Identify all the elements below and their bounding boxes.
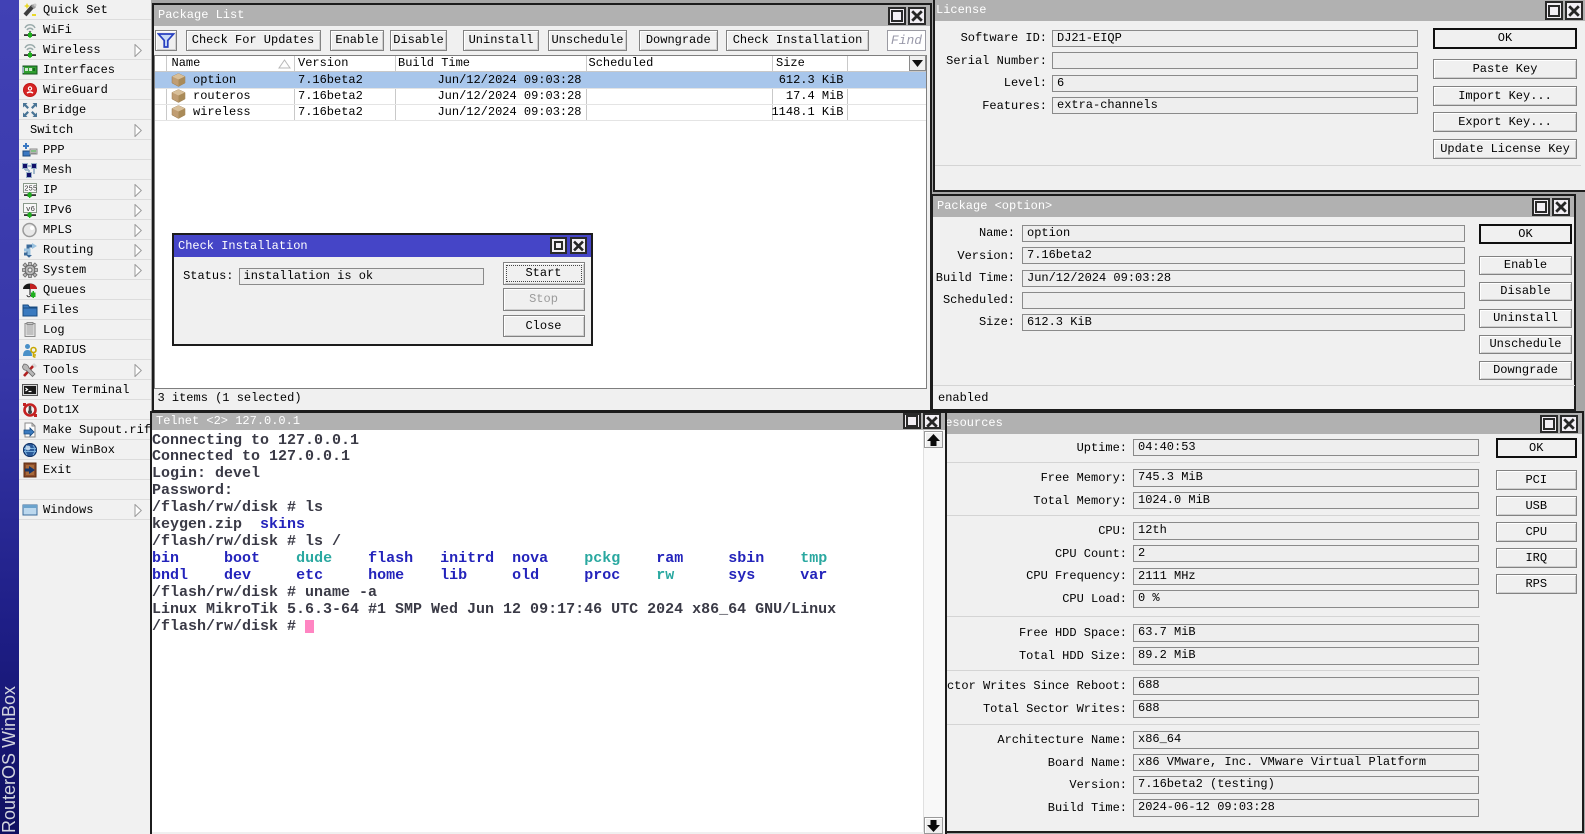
svg-text:v6: v6 [26,206,36,214]
svg-text:255: 255 [24,186,37,194]
